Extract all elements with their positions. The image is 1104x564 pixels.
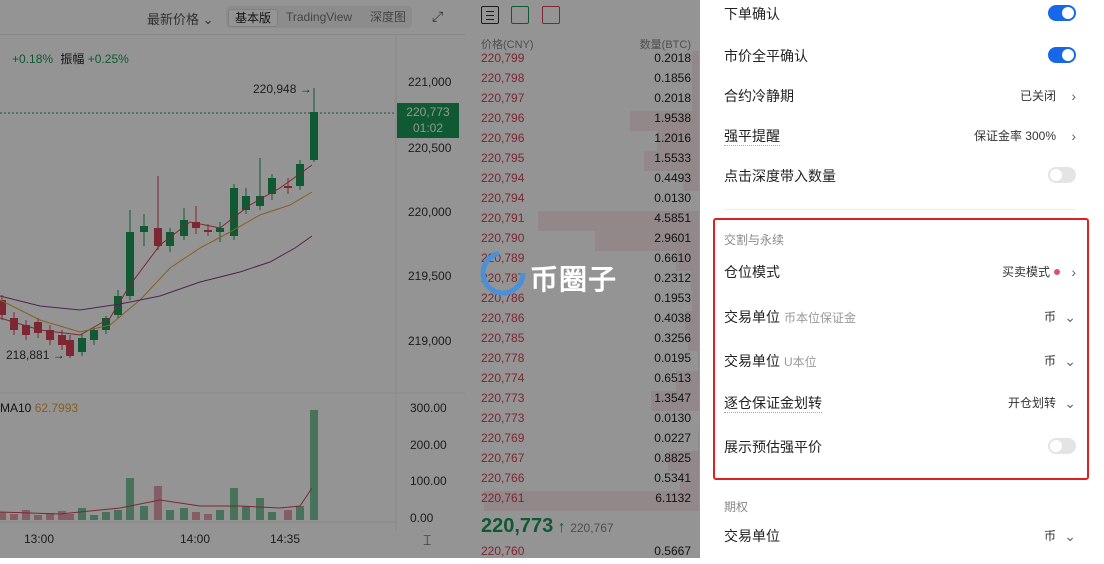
setting-options-unit[interactable]: 交易单位 币 ⌄ (724, 516, 1076, 556)
setting-label: 合约冷静期 (724, 88, 794, 104)
chevron-down-icon: ⌄ (1064, 528, 1076, 544)
chevron-right-icon: › (1071, 88, 1076, 104)
setting-label: 下单确认 (724, 6, 780, 22)
setting-label: 点击深度带入数量 (724, 168, 836, 184)
setting-depth-click: 点击深度带入数量 (724, 156, 1076, 196)
setting-label: 交易单位 (724, 528, 780, 544)
watermark-text: 币圈子 (530, 264, 618, 295)
chevron-right-icon: › (1071, 128, 1076, 144)
market-close-confirm-toggle[interactable] (1048, 47, 1076, 63)
setting-value: 保证金率 300% (973, 129, 1056, 143)
setting-label: 市价全平确认 (724, 48, 808, 64)
setting-value: 已关闭 (1019, 89, 1056, 103)
setting-value: 币 (1043, 529, 1056, 543)
setting-cooldown[interactable]: 合约冷静期 已关闭 › (724, 76, 1076, 116)
divider (724, 209, 1076, 210)
watermark-logo (480, 250, 526, 296)
highlight-box (713, 218, 1089, 480)
setting-liq-alert[interactable]: 强平提醒 保证金率 300% › (724, 116, 1076, 156)
order-confirm-toggle[interactable] (1048, 5, 1076, 21)
section-options-title: 期权 (724, 500, 749, 514)
setting-label: 强平提醒 (724, 128, 780, 146)
setting-market-close-confirm: 市价全平确认 (724, 36, 1076, 76)
depth-click-toggle[interactable] (1048, 167, 1076, 183)
watermark: 币圈子 (478, 248, 628, 298)
setting-order-confirm: 下单确认 (724, 0, 1076, 34)
